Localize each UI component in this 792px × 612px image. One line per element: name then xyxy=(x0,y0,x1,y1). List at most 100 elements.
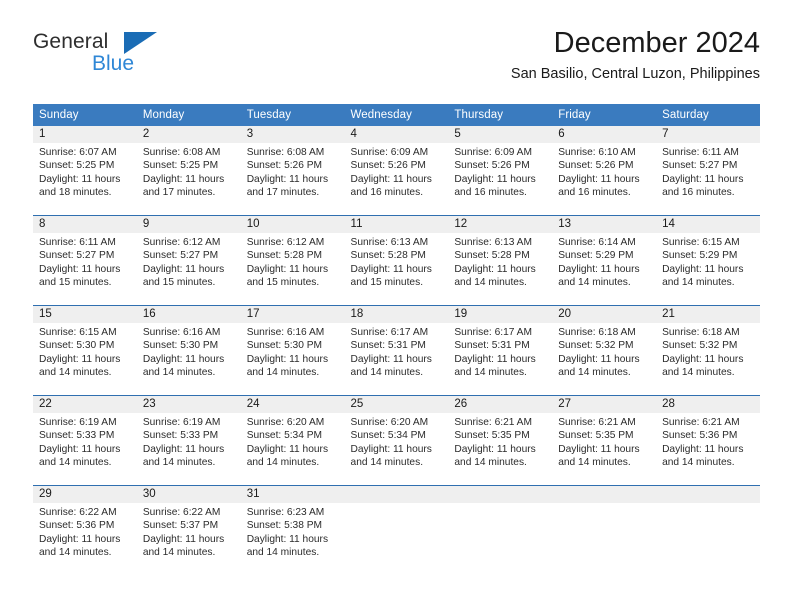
day-cell-26[interactable]: Sunrise: 6:21 AM Sunset: 5:35 PM Daylight:… xyxy=(448,413,552,485)
day-number-11[interactable]: 11 xyxy=(345,216,449,233)
day-daylight-2-text: and 14 minutes. xyxy=(662,366,735,378)
day-cell-2[interactable]: Sunrise: 6:08 AM Sunset: 5:25 PM Daylight:… xyxy=(137,143,241,215)
day-cell-1[interactable]: Sunrise: 6:07 AM Sunset: 5:25 PM Daylight:… xyxy=(33,143,137,215)
day-number-20[interactable]: 20 xyxy=(552,306,656,323)
day-sunrise-text: Sunrise: 6:17 AM xyxy=(454,327,532,338)
day-number-1[interactable]: 1 xyxy=(33,126,137,143)
day-daylight-1-text: Daylight: 11 hours xyxy=(39,443,121,455)
day-number-6[interactable]: 6 xyxy=(552,126,656,143)
day-cell-29[interactable]: Sunrise: 6:22 AM Sunset: 5:36 PM Daylight:… xyxy=(33,503,137,575)
day-sunset-text: Sunset: 5:28 PM xyxy=(454,250,530,262)
day-number-24[interactable]: 24 xyxy=(241,396,345,413)
day-sunset-text: Sunset: 5:30 PM xyxy=(39,340,115,352)
day-cell-31[interactable]: Sunrise: 6:23 AM Sunset: 5:38 PM Daylight:… xyxy=(241,503,345,575)
day-cell-21[interactable]: Sunrise: 6:18 AM Sunset: 5:32 PM Daylight:… xyxy=(656,323,760,395)
day-daylight-2-text: and 15 minutes. xyxy=(142,276,216,288)
day-sunset-text: Sunset: 5:36 PM xyxy=(39,520,115,532)
day-cell-18[interactable]: Sunrise: 6:17 AM Sunset: 5:31 PM Daylight:… xyxy=(345,323,449,395)
day-number-21[interactable]: 21 xyxy=(656,306,760,323)
day-cell-23[interactable]: Sunrise: 6:19 AM Sunset: 5:33 PM Daylight:… xyxy=(137,413,241,485)
day-number-30[interactable]: 30 xyxy=(137,486,241,503)
day-number-10[interactable]: 10 xyxy=(241,216,345,233)
day-number-8[interactable]: 8 xyxy=(33,216,137,233)
day-number-18[interactable]: 18 xyxy=(345,306,449,323)
day-number-28[interactable]: 28 xyxy=(656,396,760,413)
day-cell-11[interactable]: Sunrise: 6:13 AM Sunset: 5:28 PM Daylight:… xyxy=(345,233,449,305)
day-number-27[interactable]: 27 xyxy=(552,396,656,413)
day-daylight-1-text: Daylight: 11 hours xyxy=(454,263,536,275)
day-cell-28[interactable]: Sunrise: 6:21 AM Sunset: 5:36 PM Daylight:… xyxy=(656,413,760,485)
day-cell-13[interactable]: Sunrise: 6:14 AM Sunset: 5:29 PM Daylight:… xyxy=(552,233,656,305)
day-daylight-1-text: Daylight: 11 hours xyxy=(142,533,225,545)
day-cell-5[interactable]: Sunrise: 6:09 AM Sunset: 5:26 PM Daylight:… xyxy=(448,143,552,215)
day-cell-17[interactable]: Sunrise: 6:16 AM Sunset: 5:30 PM Daylight:… xyxy=(241,323,345,395)
calendar-weeks: 1 2 3 4 5 6 7 Sunrise: 6:07 AM Sunset: 5:25 PM Da… xyxy=(33,126,760,575)
day-daylight-2-text: and 14 minutes. xyxy=(142,366,216,378)
day-number-17[interactable]: 17 xyxy=(241,306,345,323)
day-number-25[interactable]: 25 xyxy=(345,396,449,413)
day-daylight-1-text: Daylight: 11 hours xyxy=(662,173,744,185)
day-sunrise-text: Sunrise: 6:21 AM xyxy=(662,417,740,428)
day-cell-12[interactable]: Sunrise: 6:13 AM Sunset: 5:28 PM Daylight:… xyxy=(448,233,552,305)
day-daylight-1-text: Daylight: 11 hours xyxy=(246,533,329,545)
day-number-15[interactable]: 15 xyxy=(33,306,137,323)
day-daylight-1-text: Daylight: 11 hours xyxy=(39,353,121,365)
day-cell-19[interactable]: Sunrise: 6:17 AM Sunset: 5:31 PM Daylight:… xyxy=(448,323,552,395)
day-daylight-2-text: and 14 minutes. xyxy=(662,456,735,468)
day-cell-22[interactable]: Sunrise: 6:19 AM Sunset: 5:33 PM Daylight:… xyxy=(33,413,137,485)
day-cell-30[interactable]: Sunrise: 6:22 AM Sunset: 5:37 PM Daylight:… xyxy=(137,503,241,575)
day-sunrise-text: Sunrise: 6:10 AM xyxy=(558,147,636,158)
calendar-week-row: 1 2 3 4 5 6 7 Sunrise: 6:07 AM Sunset: 5:25 PM Da… xyxy=(33,126,760,215)
day-number-13[interactable]: 13 xyxy=(552,216,656,233)
day-daylight-1-text: Daylight: 11 hours xyxy=(39,173,121,185)
day-number-29[interactable]: 29 xyxy=(33,486,137,503)
day-number-22[interactable]: 22 xyxy=(33,396,137,413)
day-number-4[interactable]: 4 xyxy=(345,126,449,143)
day-sunrise-text: Sunrise: 6:19 AM xyxy=(39,417,117,428)
day-cell-15[interactable]: Sunrise: 6:15 AM Sunset: 5:30 PM Daylight:… xyxy=(33,323,137,395)
day-daylight-2-text: and 17 minutes. xyxy=(142,186,216,198)
day-number-14[interactable]: 14 xyxy=(656,216,760,233)
day-number-12[interactable]: 12 xyxy=(448,216,552,233)
day-sunrise-text: Sunrise: 6:18 AM xyxy=(558,327,636,338)
day-sunrise-text: Sunrise: 6:13 AM xyxy=(350,237,429,248)
day-number-9[interactable]: 9 xyxy=(137,216,241,233)
day-sunset-text: Sunset: 5:27 PM xyxy=(662,160,738,172)
day-sunrise-text: Sunrise: 6:17 AM xyxy=(350,327,429,338)
day-sunrise-text: Sunrise: 6:15 AM xyxy=(39,327,117,338)
day-daylight-2-text: and 14 minutes. xyxy=(558,456,631,468)
day-cell-8[interactable]: Sunrise: 6:11 AM Sunset: 5:27 PM Daylight:… xyxy=(33,233,137,305)
day-cell-4[interactable]: Sunrise: 6:09 AM Sunset: 5:26 PM Daylight:… xyxy=(345,143,449,215)
day-number-19[interactable]: 19 xyxy=(448,306,552,323)
day-number-16[interactable]: 16 xyxy=(137,306,241,323)
day-cell-9[interactable]: Sunrise: 6:12 AM Sunset: 5:27 PM Daylight:… xyxy=(137,233,241,305)
day-cell-6[interactable]: Sunrise: 6:10 AM Sunset: 5:26 PM Daylight:… xyxy=(552,143,656,215)
day-number-2[interactable]: 2 xyxy=(137,126,241,143)
day-sunrise-text: Sunrise: 6:22 AM xyxy=(39,507,117,518)
day-cell-3[interactable]: Sunrise: 6:08 AM Sunset: 5:26 PM Daylight:… xyxy=(241,143,345,215)
day-number-26[interactable]: 26 xyxy=(448,396,552,413)
day-sunset-text: Sunset: 5:26 PM xyxy=(454,160,530,172)
day-daylight-1-text: Daylight: 11 hours xyxy=(39,263,121,275)
weekday-header-monday: Monday xyxy=(142,109,185,121)
day-cell-16[interactable]: Sunrise: 6:16 AM Sunset: 5:30 PM Daylight:… xyxy=(137,323,241,395)
day-daylight-2-text: and 14 minutes. xyxy=(662,276,735,288)
day-sunset-text: Sunset: 5:28 PM xyxy=(350,250,426,262)
day-number-23[interactable]: 23 xyxy=(137,396,241,413)
day-number-7[interactable]: 7 xyxy=(656,126,760,143)
day-sunrise-text: Sunrise: 6:13 AM xyxy=(454,237,532,248)
day-cell-20[interactable]: Sunrise: 6:18 AM Sunset: 5:32 PM Daylight:… xyxy=(552,323,656,395)
location-subtitle: San Basilio, Central Luzon, Philippines xyxy=(510,66,760,82)
day-cell-14[interactable]: Sunrise: 6:15 AM Sunset: 5:29 PM Daylight:… xyxy=(656,233,760,305)
day-sunset-text: Sunset: 5:25 PM xyxy=(39,160,115,172)
day-cell-7[interactable]: Sunrise: 6:11 AM Sunset: 5:27 PM Daylight:… xyxy=(656,143,760,215)
day-number-31[interactable]: 31 xyxy=(241,486,345,503)
day-daylight-2-text: and 14 minutes. xyxy=(454,456,527,468)
generalblue-logo[interactable]: General Blue xyxy=(33,30,213,86)
day-cell-27[interactable]: Sunrise: 6:21 AM Sunset: 5:35 PM Daylight:… xyxy=(552,413,656,485)
day-cell-25[interactable]: Sunrise: 6:20 AM Sunset: 5:34 PM Daylight:… xyxy=(345,413,449,485)
day-cell-24[interactable]: Sunrise: 6:20 AM Sunset: 5:34 PM Daylight:… xyxy=(241,413,345,485)
day-number-5[interactable]: 5 xyxy=(448,126,552,143)
day-number-3[interactable]: 3 xyxy=(241,126,345,143)
day-cell-10[interactable]: Sunrise: 6:12 AM Sunset: 5:28 PM Daylight:… xyxy=(241,233,345,305)
